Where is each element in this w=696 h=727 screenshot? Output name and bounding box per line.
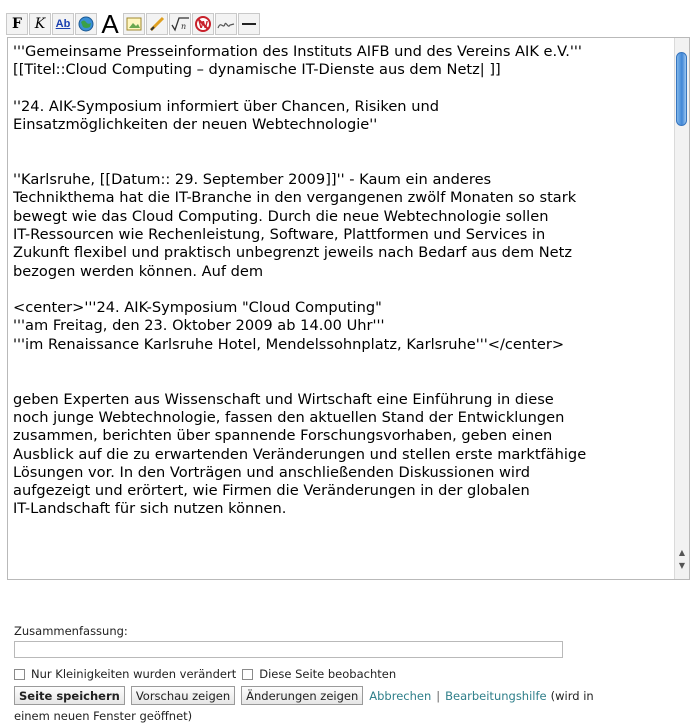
text-line: zusammen, berichten über spannende Forsc… <box>13 427 553 445</box>
text-line: Ausblick auf die zu erwartenden Veränder… <box>13 445 587 463</box>
text-line: '''im Renaissance Karlsruhe Hotel, Mende… <box>13 335 565 353</box>
help-note: (wird in <box>550 688 594 703</box>
text-line: '''am Freitag, den 23. Oktober 2009 ab 1… <box>13 317 385 335</box>
nowiki-icon[interactable]: W <box>192 13 214 35</box>
show-changes-button[interactable]: Änderungen zeigen <box>241 686 364 705</box>
headline-icon[interactable]: A <box>98 9 122 39</box>
text-line: IT-Ressourcen wie Rechenleistung, Softwa… <box>13 225 546 243</box>
scrollbar[interactable]: ▲ ▼ <box>674 38 689 579</box>
text-line: bezogen werden können. Auf dem <box>13 262 264 280</box>
text-line <box>13 80 673 98</box>
edit-text[interactable]: '''Gemeinsame Presseinformation des Inst… <box>13 43 673 574</box>
text-line: Lösungen vor. In den Vorträgen und ansch… <box>13 463 530 481</box>
edit-textarea[interactable]: '''Gemeinsame Presseinformation des Inst… <box>7 37 690 580</box>
help-note-continued: einem neuen Fenster geöffnet) <box>14 709 193 723</box>
text-line <box>13 153 673 171</box>
edit-buttons: Seite speichern Vorschau zeigen Änderung… <box>14 686 694 705</box>
horizontal-rule-icon[interactable] <box>238 13 260 35</box>
text-line: noch junge Webtechnologie, fassen den ak… <box>13 408 565 426</box>
text-line: ''Karlsruhe, [[Datum:: 29. September 200… <box>13 171 492 189</box>
text-line: [[Titel::Cloud Computing – dynamische IT… <box>13 61 501 79</box>
text-line: Technikthema hat die IT-Branche in den v… <box>13 189 577 207</box>
math-icon[interactable]: n <box>169 13 191 35</box>
save-button[interactable]: Seite speichern <box>14 686 125 705</box>
summary-input[interactable] <box>14 641 563 658</box>
minor-edit-checkbox[interactable] <box>14 668 25 680</box>
edit-toolbar: F K Ab A n W <box>6 5 261 39</box>
italic-icon[interactable]: K <box>29 13 51 35</box>
signature-icon[interactable] <box>215 13 237 35</box>
scroll-up-icon[interactable]: ▲ <box>675 546 689 559</box>
link-icon[interactable]: Ab <box>52 13 74 35</box>
text-line: IT-Landschaft für sich nutzen können. <box>13 500 287 518</box>
scrollbar-thumb[interactable] <box>676 52 687 126</box>
edit-options: Nur Kleinigkeiten wurden verändert Diese… <box>14 667 396 681</box>
svg-text:n: n <box>181 22 186 31</box>
editing-help-link[interactable]: Bearbeitungshilfe <box>445 689 547 703</box>
bold-icon[interactable]: F <box>6 13 28 35</box>
text-line <box>13 134 673 152</box>
minor-edit-label: Nur Kleinigkeiten wurden verändert <box>31 667 237 681</box>
text-line: bewegt wie das Cloud Computing. Durch di… <box>13 207 549 225</box>
watch-label: Diese Seite beobachten <box>259 667 397 681</box>
media-icon[interactable] <box>146 13 168 35</box>
text-line <box>13 281 673 299</box>
scroll-down-icon[interactable]: ▼ <box>675 559 689 572</box>
text-line: ''24. AIK-Symposium informiert über Chan… <box>13 97 439 115</box>
image-icon[interactable] <box>123 13 145 35</box>
text-line <box>13 354 673 372</box>
text-line: aufgezeigt und erörtert, wie Firmen die … <box>13 482 530 500</box>
text-line <box>13 372 673 390</box>
summary-label: Zusammenfassung: <box>14 624 128 638</box>
preview-button[interactable]: Vorschau zeigen <box>130 686 236 705</box>
text-line: <center>'''24. AIK-Symposium "Cloud Comp… <box>13 299 382 317</box>
text-line: Zukunft flexibel und praktisch unbegrenz… <box>13 244 573 262</box>
external-link-icon[interactable] <box>75 13 97 35</box>
separator: | <box>436 688 441 703</box>
text-line: geben Experten aus Wissenschaft und Wirt… <box>13 390 554 408</box>
text-line: Einsatzmöglichkeiten der neuen Webtechno… <box>13 116 378 134</box>
cancel-link[interactable]: Abbrechen <box>369 689 431 703</box>
watch-checkbox[interactable] <box>242 668 254 680</box>
text-line: '''Gemeinsame Presseinformation des Inst… <box>13 43 582 60</box>
